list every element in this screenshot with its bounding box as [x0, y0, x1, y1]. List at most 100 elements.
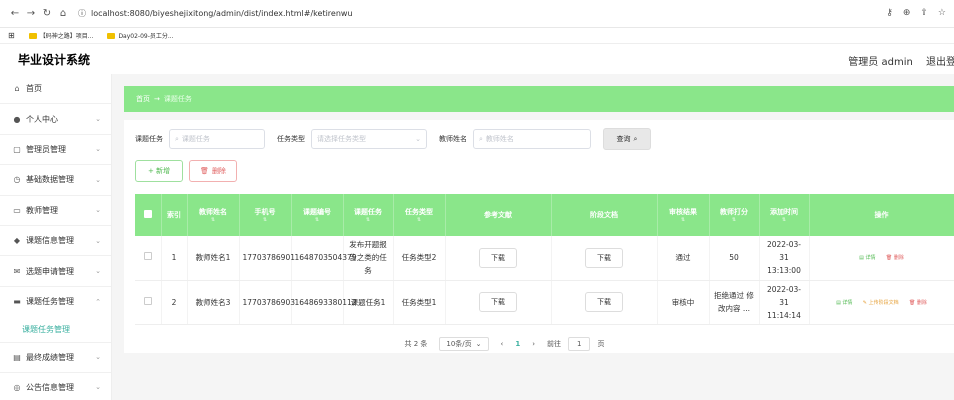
sidebar-item-basic-data[interactable]: ◷ 基础数据管理 ⌄	[0, 165, 111, 196]
breadcrumb-home[interactable]: 首页	[136, 94, 150, 104]
mail-icon: ✉	[13, 266, 21, 276]
column-header[interactable]: 参考文献	[445, 194, 552, 236]
row-delete-button[interactable]: 🗑 删除	[909, 300, 927, 306]
column-header[interactable]: 添加时间 ⇅	[759, 194, 810, 236]
upload-document-button[interactable]: ✎ 上传阶段文档	[863, 300, 899, 306]
sidebar-item-home[interactable]: ⌂ 首页	[0, 74, 111, 105]
bookmarks-bar: ⊞ 【码神之路】项目... Day02-09-员工分...	[0, 28, 954, 44]
next-page-icon[interactable]: ›	[532, 340, 535, 348]
row-delete-button[interactable]: 🗑 删除	[886, 255, 904, 261]
column-header[interactable]: 教师打分 ⇅	[709, 194, 760, 236]
prev-page-icon[interactable]: ‹	[501, 340, 504, 348]
sidebar-item-profile[interactable]: ● 个人中心 ⌄	[0, 104, 111, 135]
search-icon: ⌕	[479, 134, 483, 143]
chevron-down-icon: ⌄	[95, 206, 101, 215]
goto-input[interactable]: 1	[568, 336, 591, 351]
sidebar-item-label: 课题信息管理	[26, 236, 74, 246]
sidebar-item-admins[interactable]: ▢ 管理员管理 ⌄	[0, 135, 111, 166]
sidebar-item-topics[interactable]: ◆ 课题信息管理 ⌄	[0, 226, 111, 257]
query-button[interactable]: 查询 ⌕	[603, 128, 651, 150]
sidebar-item-label: 教师管理	[26, 205, 58, 215]
row-checkbox[interactable]	[135, 236, 162, 281]
task-label: 课题任务	[135, 135, 163, 143]
bookmark-item[interactable]: Day02-09-员工分...	[107, 31, 174, 40]
monitor-icon: ▬	[13, 297, 21, 307]
total-count: 共 2 条	[404, 339, 428, 348]
back-icon[interactable]: ←	[8, 8, 22, 19]
task-input[interactable]: ⌕ 课题任务	[169, 129, 265, 149]
address-bar[interactable]: ⓘ localhost:8080/biyeshejixitong/admin/d…	[78, 8, 353, 19]
sidebar-subitem-tasks[interactable]: 课题任务管理	[0, 317, 111, 342]
sidebar-item-notices[interactable]: ◎ 公告信息管理 ⌄	[0, 373, 111, 400]
delete-button[interactable]: 🗑 删除	[189, 160, 237, 182]
home-browser-icon[interactable]: ⌂	[56, 8, 70, 19]
row-checkbox[interactable]	[135, 280, 162, 325]
sidebar-item-tasks[interactable]: ▬ 课题任务管理 ⌃	[0, 287, 111, 317]
sidebar: ⌂ 首页 ● 个人中心 ⌄ ▢ 管理员管理 ⌄ ◷ 基础数据管理 ⌄ ▭ 教师管…	[0, 74, 112, 400]
sidebar-item-teachers[interactable]: ▭ 教师管理 ⌄	[0, 196, 111, 226]
cell-document: 下载	[551, 236, 658, 281]
table-header-row: 索引 教师姓名 ⇅ 手机号 ⇅ 课题编号 ⇅ 课题任务 ⇅ 任务类型 ⇅ 参考文献 阶段文…	[135, 194, 954, 236]
cell-code: 1648693380112	[291, 280, 357, 325]
select-all-checkbox[interactable]	[135, 194, 162, 236]
type-select[interactable]: 请选择任务类型 ⌄	[311, 129, 427, 149]
cell-reference: 下载	[445, 280, 552, 325]
cell-result: 审核中	[657, 280, 710, 325]
cell-type: 任务类型1	[393, 280, 446, 325]
cell-result: 通过	[657, 236, 710, 281]
sidebar-item-label: 个人中心	[26, 114, 58, 124]
column-header[interactable]: 课题任务 ⇅	[343, 194, 394, 236]
column-header[interactable]: 审核结果 ⇅	[657, 194, 710, 236]
chevron-down-icon: ⌄	[95, 353, 101, 362]
cell-index: 1	[161, 236, 188, 281]
add-button[interactable]: + 新增	[135, 160, 183, 182]
page-size-select[interactable]: 10条/页 ⌄	[439, 336, 489, 351]
teacher-input[interactable]: ⌕ 教师姓名	[473, 129, 591, 149]
column-header[interactable]: 任务类型 ⇅	[393, 194, 446, 236]
breadcrumb-current: 课题任务	[163, 95, 192, 103]
page-number[interactable]: 1	[515, 340, 520, 348]
column-header[interactable]: 阶段文档	[551, 194, 658, 236]
share-icon[interactable]: ⇪	[920, 8, 928, 18]
download-document-button[interactable]: 下载	[585, 292, 623, 312]
table-row: 2 教师姓名3 17703786903 1648693380112 课题任务1 …	[135, 280, 954, 325]
download-reference-button[interactable]: 下载	[479, 292, 517, 312]
table-row: 1 教师姓名1 17703786901 1648703504379 发布开题报告…	[135, 236, 954, 281]
cell-time: 2022-03-31 13:13:00	[759, 236, 810, 281]
cell-reference: 下载	[445, 236, 552, 281]
column-header[interactable]: 教师姓名 ⇅	[187, 194, 240, 236]
cell-task: 发布开题报告之类的任务	[343, 236, 394, 281]
forward-icon[interactable]: →	[24, 8, 38, 19]
bookmark-item[interactable]: 【码神之路】项目...	[28, 31, 93, 40]
sidebar-item-applications[interactable]: ✉ 选题申请管理 ⌄	[0, 256, 111, 287]
column-header[interactable]: 课题编号 ⇅	[291, 194, 344, 236]
key-icon[interactable]: ⚷	[886, 8, 893, 18]
zoom-icon[interactable]: ⊕	[903, 8, 911, 18]
user-icon: ●	[13, 114, 21, 124]
breadcrumb: 首页 → 课题任务	[124, 86, 954, 112]
user-label: 管理员 admin	[848, 57, 913, 68]
download-reference-button[interactable]: 下载	[479, 247, 517, 268]
cell-index: 2	[161, 280, 188, 325]
sidebar-item-grades[interactable]: ▤ 最终成绩管理 ⌄	[0, 342, 111, 373]
detail-button[interactable]: ▤ 详情	[836, 300, 852, 306]
type-label: 任务类型	[277, 135, 305, 143]
column-header[interactable]: 手机号 ⇅	[239, 194, 292, 236]
trash-icon: 🗑	[200, 167, 209, 175]
chevron-down-icon: ⌄	[95, 115, 101, 124]
sidebar-item-label: 选题申请管理	[26, 266, 74, 276]
detail-button[interactable]: ▤ 详情	[859, 255, 875, 261]
app-header: 毕业设计系统 管理员 admin 退出登	[0, 44, 954, 74]
cell-ops: ▤ 详情 ✎ 上传阶段文档 🗑 删除	[809, 280, 954, 325]
sidebar-item-label: 首页	[26, 84, 42, 94]
apps-icon[interactable]: ⊞	[8, 31, 15, 40]
download-document-button[interactable]: 下载	[585, 247, 623, 268]
column-header[interactable]: 索引	[161, 194, 188, 236]
chat-icon: ▢	[13, 144, 21, 154]
folder-icon	[28, 32, 37, 39]
logout-link[interactable]: 退出登	[926, 57, 954, 68]
chevron-down-icon: ⌄	[415, 135, 421, 143]
reload-icon[interactable]: ↻	[40, 8, 54, 19]
star-icon[interactable]: ☆	[938, 8, 946, 18]
sidebar-item-label: 管理员管理	[26, 144, 66, 154]
